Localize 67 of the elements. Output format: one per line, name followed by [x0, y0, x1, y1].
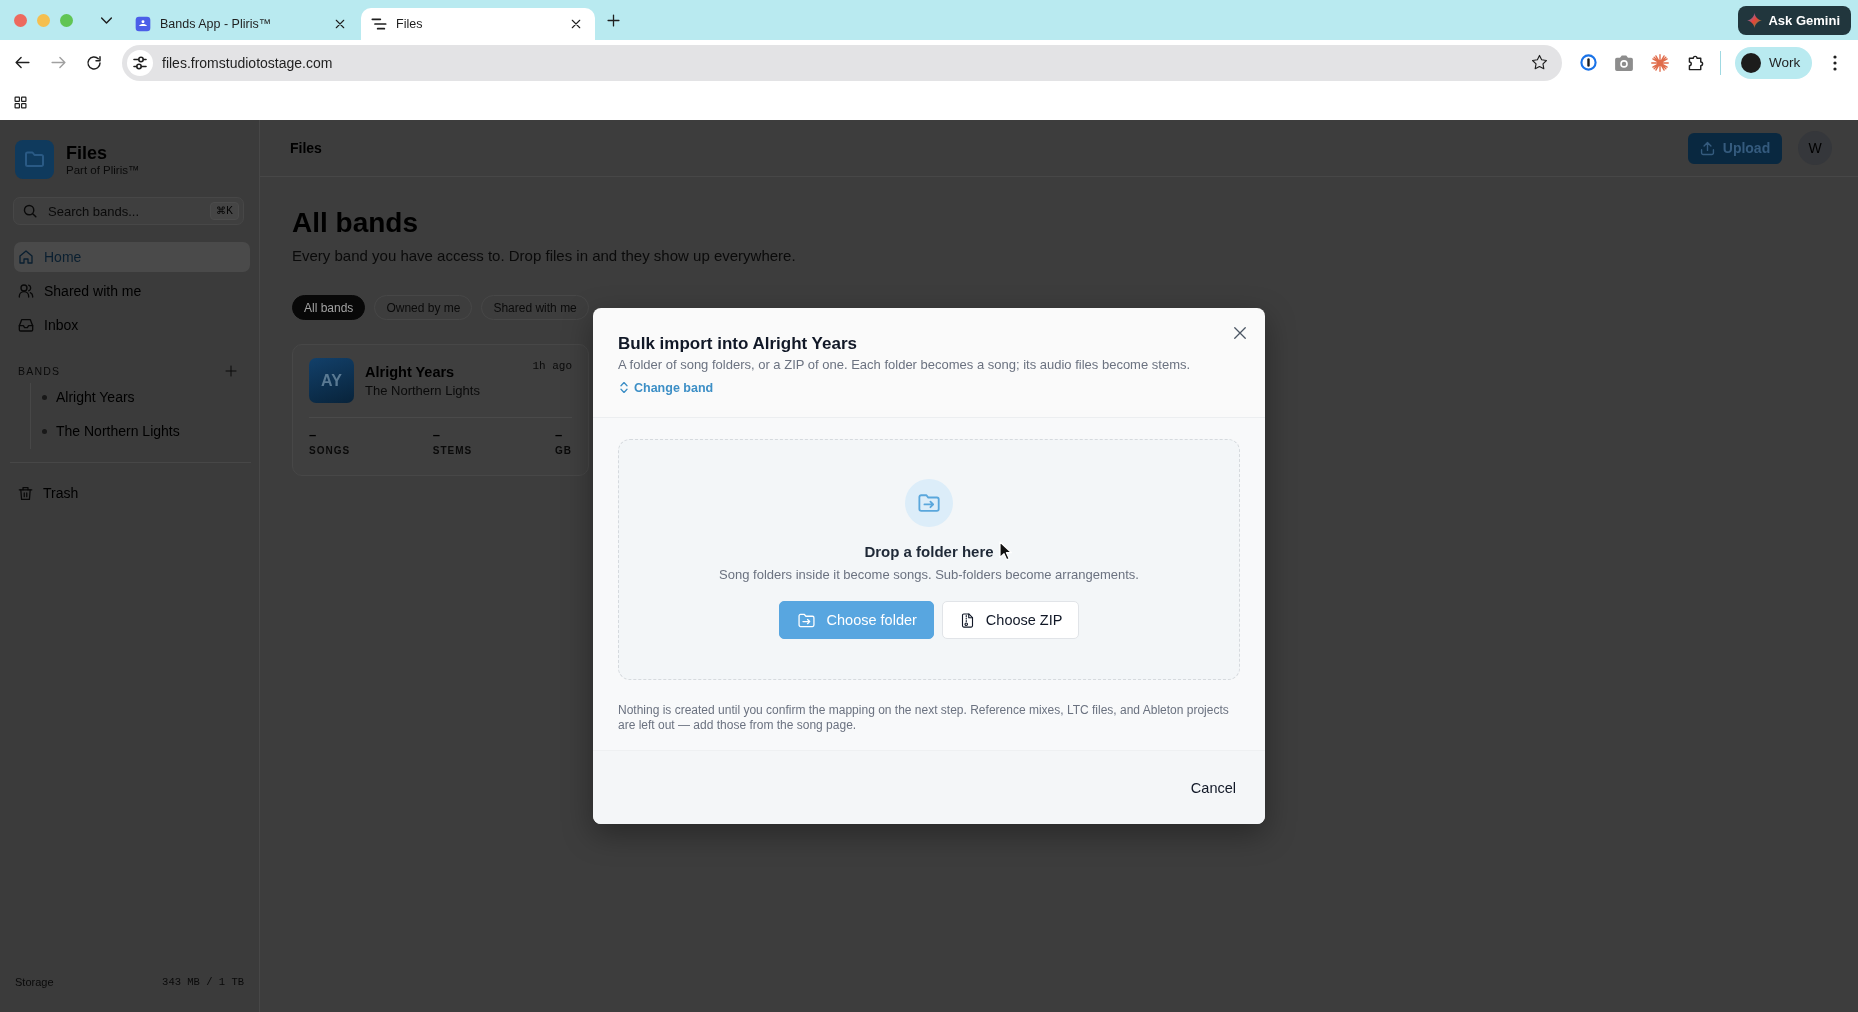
upload-icon: [1699, 140, 1715, 156]
page-heading: All bands: [292, 206, 419, 240]
band-name: Alright Years: [365, 364, 456, 380]
dot-icon: [42, 394, 47, 400]
sparkle-icon: [1747, 12, 1763, 28]
camera-icon[interactable]: [1615, 54, 1633, 71]
drop-zone-hint: Song folders inside it become songs. Sub-folders become arrangements.: [719, 567, 1139, 584]
stat-value: –: [309, 428, 318, 442]
assistant-button[interactable]: Ask Gemini: [1738, 5, 1851, 35]
mouse-pointer-icon: [999, 541, 1012, 561]
stat-value: –: [432, 428, 442, 442]
shortcut-hint: ⌘K: [210, 202, 239, 220]
more-menu-icon[interactable]: [1833, 54, 1837, 71]
close-icon[interactable]: [571, 19, 581, 29]
dot-icon: [42, 428, 47, 434]
nav-item[interactable]: Home: [14, 242, 250, 272]
dialog-note: Nothing is created until you confirm the mapping on the next step. Reference mixes, LTC files, and Ableton projects are left out — add those from the song page.: [618, 703, 1230, 734]
choose-folder-button[interactable]: Choose folder: [778, 601, 934, 640]
star-icon[interactable]: [1531, 54, 1548, 71]
dialog-description: A folder of song folders, or a ZIP of one. Each folder becomes a song; its audio files become stems.: [618, 355, 1192, 374]
browser-tab[interactable]: Bands App - Pliris™: [125, 8, 359, 40]
folder-arrow-icon: [797, 611, 815, 629]
lines-favicon-icon: [371, 16, 387, 32]
browser-tab[interactable]: Files: [361, 8, 595, 40]
zip-file-icon: [960, 612, 974, 628]
user-avatar[interactable]: W: [1798, 131, 1832, 165]
site-settings-icon[interactable]: [127, 49, 153, 76]
close-icon[interactable]: [1233, 325, 1247, 340]
band-initials: AY: [309, 358, 354, 403]
inbox-icon: [18, 317, 34, 333]
dialog-title: Bulk import into Alright Years: [618, 332, 858, 355]
profile-button[interactable]: Work: [1735, 46, 1812, 79]
drop-zone[interactable]: Drop a folder here Song folders inside it become songs. Sub-folders become arrangements. Choose folder Choose ZIP: [618, 439, 1240, 681]
band-item[interactable]: Alright Years: [42, 383, 259, 411]
app-title: Files: [66, 142, 109, 163]
trash-icon: [18, 485, 33, 501]
home-icon: [18, 249, 34, 265]
change-band-link[interactable]: Change band: [618, 379, 714, 396]
cancel-button[interactable]: Cancel: [1180, 771, 1246, 804]
nav-item[interactable]: Shared with me: [14, 276, 250, 306]
folder-icon: [15, 140, 54, 179]
nav-item[interactable]: Trash: [14, 478, 250, 508]
band-item[interactable]: The Northern Lights: [42, 417, 259, 445]
people-icon: [18, 283, 34, 299]
back-arrow-icon[interactable]: [13, 54, 31, 71]
app-favicon-icon: [135, 16, 151, 32]
filter-chip[interactable]: All bands: [292, 295, 366, 320]
search-icon: [23, 204, 37, 218]
upload-button[interactable]: Upload: [1688, 132, 1782, 164]
puzzle-piece-icon[interactable]: [1687, 54, 1705, 71]
avatar-icon: [1741, 52, 1761, 73]
asterisk-icon[interactable]: [1651, 53, 1669, 72]
plus-icon[interactable]: [607, 13, 620, 27]
apps-grid-icon[interactable]: [14, 96, 27, 109]
close-icon[interactable]: [335, 19, 345, 29]
page-title: Files: [290, 140, 323, 156]
folder-import-icon: [905, 479, 953, 528]
forward-arrow-icon[interactable]: [49, 54, 67, 71]
choose-zip-button[interactable]: Choose ZIP: [941, 601, 1080, 640]
keyhole-circle-icon[interactable]: [1579, 54, 1597, 71]
chevron-down-icon[interactable]: [101, 16, 112, 24]
stat-value: –: [555, 428, 564, 442]
nav-item[interactable]: Inbox: [14, 310, 250, 340]
reload-icon[interactable]: [86, 54, 102, 71]
drop-zone-title: Drop a folder here: [864, 542, 994, 563]
address-field[interactable]: files.fromstudiotostage.com: [122, 44, 1562, 81]
up-down-chevron-icon: [620, 382, 628, 394]
